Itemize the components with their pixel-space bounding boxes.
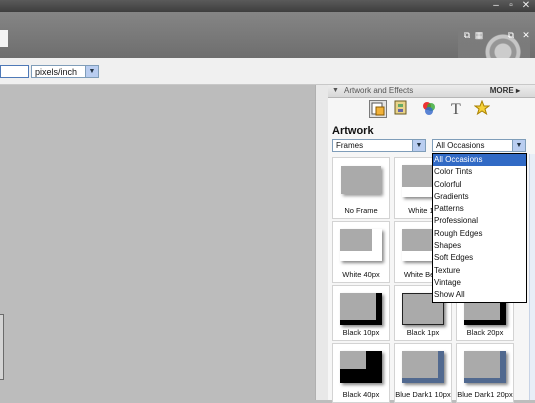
panel-title: Artwork and Effects [344,86,414,95]
frame-thumbnail[interactable]: No Frame [332,157,390,219]
frame-label: Black 40px [342,390,380,399]
units-select[interactable]: pixels/inch ▼ [31,65,99,78]
frame-label: Black 20px [466,328,504,337]
occasion-option[interactable]: Rough Edges [433,228,526,240]
more-button[interactable]: MORE ▸ [490,86,520,95]
panel-header[interactable]: ▼ Artwork and Effects MORE ▸ [328,85,535,98]
effects-icon[interactable] [393,100,411,118]
occasion-option[interactable]: Professional [433,215,526,227]
occasion-option[interactable]: Vintage [433,277,526,289]
frame-label: Black 1px [406,328,440,337]
occasion-dropdown-list: All Occasions Color Tints Colorful Gradient… [432,153,527,303]
frame-thumbnail[interactable]: White 40px [332,221,390,283]
frame-thumbnail[interactable]: Black 40px [332,343,390,403]
filters-icon[interactable] [421,100,439,118]
occasion-option[interactable]: Colorful [433,179,526,191]
restore-icon[interactable]: ▫ [505,0,517,12]
category-select[interactable]: Frames ▼ [332,139,426,152]
occasion-value: All Occasions [436,141,485,150]
image-edge [0,314,4,380]
chevron-down-icon[interactable]: ▼ [85,66,98,77]
svg-text:T: T [451,101,461,116]
frame-label: Blue Dark1 10px [395,390,451,399]
occasion-option[interactable]: Shapes [433,240,526,252]
close-doc-icon[interactable]: ✕ [521,30,531,40]
scrollbar[interactable] [529,154,535,400]
frame-preview [339,350,383,384]
frame-thumbnail[interactable]: Blue Dark1 20px [456,343,514,403]
frame-preview [339,292,383,326]
top-left-panel [0,30,8,47]
panel-icon-row: T [328,98,535,122]
text-icon[interactable]: T [448,100,466,118]
collapse-triangle-icon[interactable]: ▼ [332,87,339,94]
occasion-option[interactable]: Texture [433,265,526,277]
occasion-option[interactable]: Show All [433,289,526,301]
section-heading: Artwork [332,125,374,137]
occasion-option[interactable]: Soft Edges [433,252,526,264]
chevron-down-icon[interactable]: ▼ [412,140,425,151]
occasion-select[interactable]: All Occasions ▼ [432,139,526,152]
panel-splitter[interactable] [315,85,328,400]
grid-icon[interactable]: ▦ [474,30,484,40]
artwork-icon[interactable] [369,100,387,118]
frame-thumbnail[interactable]: Black 10px [332,285,390,341]
frame-thumbnail[interactable]: Blue Dark1 10px [394,343,452,403]
frame-label: White 40px [342,270,380,279]
frame-preview [401,350,445,384]
minimize-icon[interactable]: – [490,0,502,12]
float-icon[interactable]: ⧉ [506,30,516,40]
occasion-option[interactable]: Color Tints [433,166,526,178]
occasion-option[interactable]: All Occasions [433,154,526,167]
canvas-area[interactable] [0,85,315,400]
frame-label: No Frame [344,206,378,215]
frame-preview [463,350,507,384]
close-icon[interactable]: ✕ [520,0,532,12]
frame-label: Black 10px [342,328,380,337]
units-value: pixels/inch [35,67,78,77]
resolution-field[interactable] [0,65,29,78]
favorites-star-icon[interactable] [473,99,492,118]
occasion-option[interactable]: Gradients [433,191,526,203]
chevron-down-icon[interactable]: ▼ [512,140,525,151]
tile-icon[interactable]: ⧉ [462,30,472,40]
title-bar: – ▫ ✕ [0,0,535,12]
occasion-option[interactable]: Patterns [433,203,526,215]
category-value: Frames [336,141,364,150]
frame-preview [339,228,383,262]
frame-label: Blue Dark1 20px [457,390,513,399]
frame-preview [339,164,383,198]
top-band: ⧉ ▦ ⧉ ✕ [0,12,535,70]
